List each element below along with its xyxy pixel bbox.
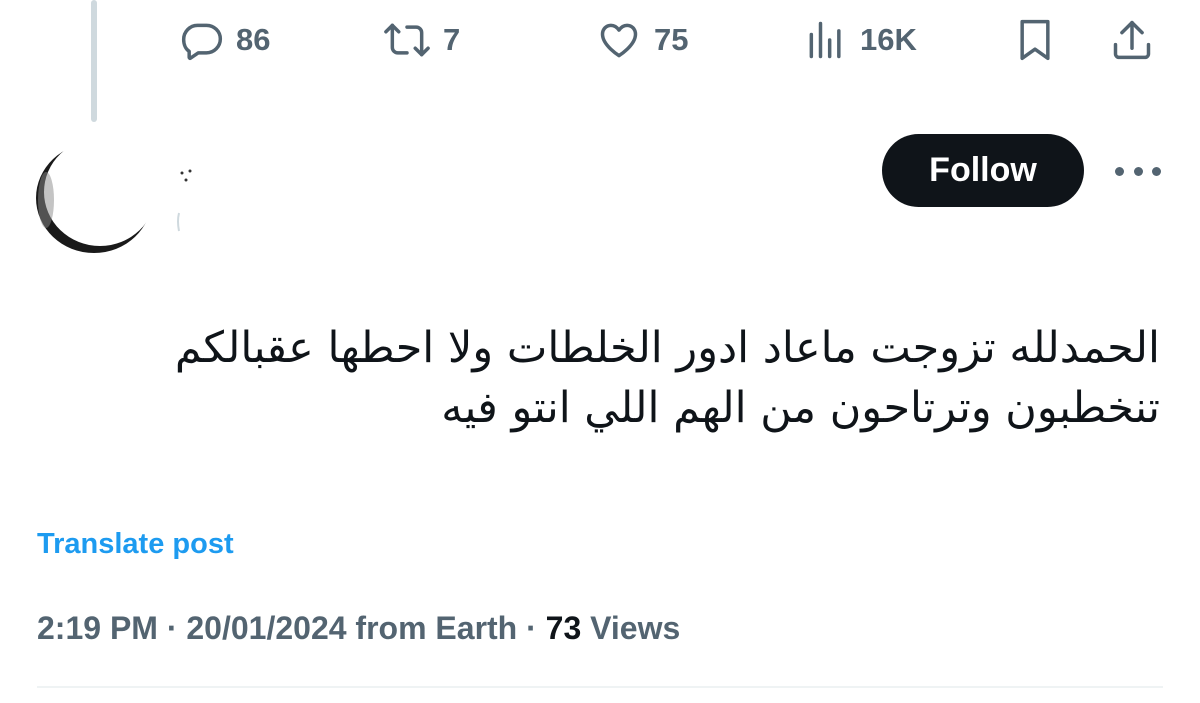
reply-count: 86 [236, 22, 271, 57]
post-time[interactable]: 2:19 PM [37, 610, 158, 646]
like-count: 75 [654, 22, 689, 57]
views-button[interactable]: 16K [804, 12, 917, 68]
views-total: 73 [545, 610, 582, 646]
more-dot [1115, 166, 1124, 176]
more-icon[interactable] [1115, 160, 1161, 182]
post-text: الحمدلله تزوجت ماعاد ادور الخلطات ولا اح… [40, 318, 1160, 438]
translate-post-link[interactable]: Translate post [37, 528, 234, 561]
bookmark-icon [1013, 16, 1057, 64]
more-dot [1133, 166, 1143, 176]
repost-button[interactable]: 7 [383, 12, 460, 68]
meta-separator: · [166, 610, 178, 646]
meta-separator: · [526, 610, 537, 646]
post-source: from Earth [355, 610, 518, 646]
follow-button[interactable]: Follow [882, 134, 1084, 207]
heart-icon [596, 18, 642, 62]
bookmark-button[interactable] [1013, 12, 1057, 68]
views-label: Views [590, 610, 681, 646]
post-text-line: الحمدلله تزوجت ماعاد ادور الخلطات ولا اح… [174, 323, 1160, 373]
repost-icon [383, 18, 431, 62]
views-count: 16K [860, 22, 917, 57]
action-bar: 86 7 75 16K [0, 12, 1200, 68]
post-date[interactable]: 20/01/2024 [186, 610, 346, 646]
repost-count: 7 [443, 22, 461, 57]
like-button[interactable]: 75 [596, 12, 688, 68]
reply-button[interactable]: 86 [180, 12, 270, 68]
comment-icon [180, 18, 224, 62]
author-name-obscured [176, 165, 200, 235]
divider [37, 686, 1163, 688]
post-text-line: تنخطبون وترتاحون من الهم اللي انتو فيه [441, 383, 1160, 433]
analytics-icon [804, 18, 848, 62]
avatar[interactable] [32, 138, 156, 255]
more-dot [1152, 166, 1161, 176]
post-metadata: 2:19 PM · 20/01/2024 from Earth · 73 Vie… [37, 610, 680, 647]
share-button[interactable] [1110, 12, 1154, 68]
share-icon [1110, 17, 1154, 63]
